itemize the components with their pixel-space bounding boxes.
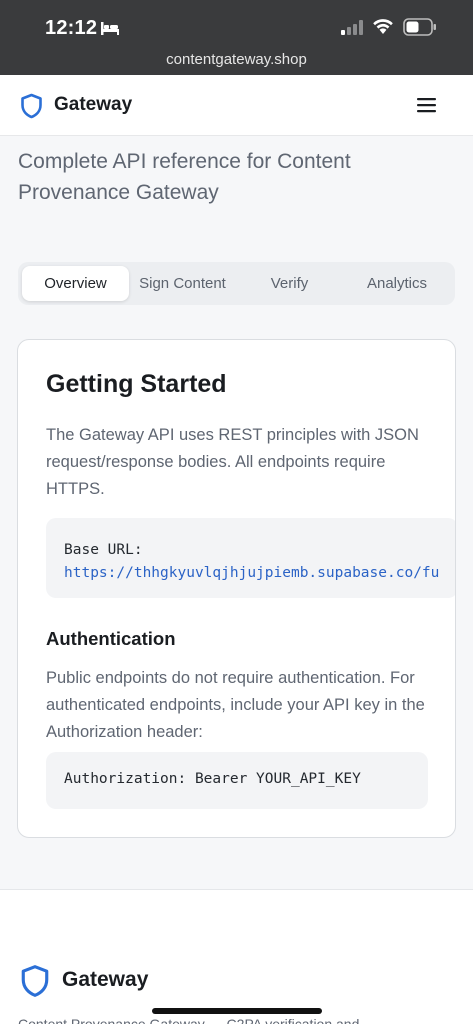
address-bar-url[interactable]: contentgateway.shop: [0, 51, 473, 68]
status-bar: 12:12 contentgateway.shop: [0, 0, 473, 75]
battery-icon: [403, 18, 436, 36]
tab-analytics[interactable]: Analytics: [343, 266, 451, 301]
footer-brand-name[interactable]: Gateway: [62, 968, 148, 992]
footer-tagline: Content Provenance Gateway — C2PA verifi…: [18, 1016, 360, 1024]
app-header: Gateway: [0, 75, 473, 136]
base-url-link[interactable]: https://thhgkyuvlqjhjujpiemb.supabase.co…: [64, 562, 455, 585]
card-title: Getting Started: [46, 370, 227, 398]
getting-started-card: Getting Started The Gateway API uses RES…: [17, 339, 456, 838]
auth-header-code: Authorization: Bearer YOUR_API_KEY: [64, 771, 361, 787]
shield-logo-icon[interactable]: [20, 964, 50, 998]
sleep-focus-icon: [101, 22, 119, 35]
tab-verify[interactable]: Verify: [236, 266, 343, 301]
intro-text: The Gateway API uses REST principles wit…: [46, 426, 419, 498]
tab-sign-content[interactable]: Sign Content: [129, 266, 236, 301]
docs-tabs: Overview Sign Content Verify Analytics: [18, 262, 455, 305]
authentication-text: Public endpoints do not require authenti…: [46, 669, 425, 741]
home-indicator[interactable]: [152, 1008, 322, 1014]
page-subtitle: Complete API reference for Content Prove…: [18, 150, 351, 204]
wifi-icon: [373, 19, 393, 34]
cellular-signal-icon: [341, 20, 363, 35]
site-footer: Gateway Content Provenance Gateway — C2P…: [0, 889, 473, 1024]
base-url-label: Base URL:: [64, 542, 143, 558]
brand-name[interactable]: Gateway: [54, 94, 132, 116]
tab-overview[interactable]: Overview: [22, 266, 129, 301]
hamburger-menu-icon[interactable]: [417, 97, 436, 113]
shield-logo-icon[interactable]: [20, 93, 43, 119]
auth-header-code-block[interactable]: Authorization: Bearer YOUR_API_KEY: [46, 752, 428, 809]
base-url-code-block[interactable]: Base URL: https://thhgkyuvlqjhjujpiemb.s…: [46, 518, 455, 598]
authentication-heading: Authentication: [46, 628, 176, 649]
status-time: 12:12: [45, 17, 98, 39]
